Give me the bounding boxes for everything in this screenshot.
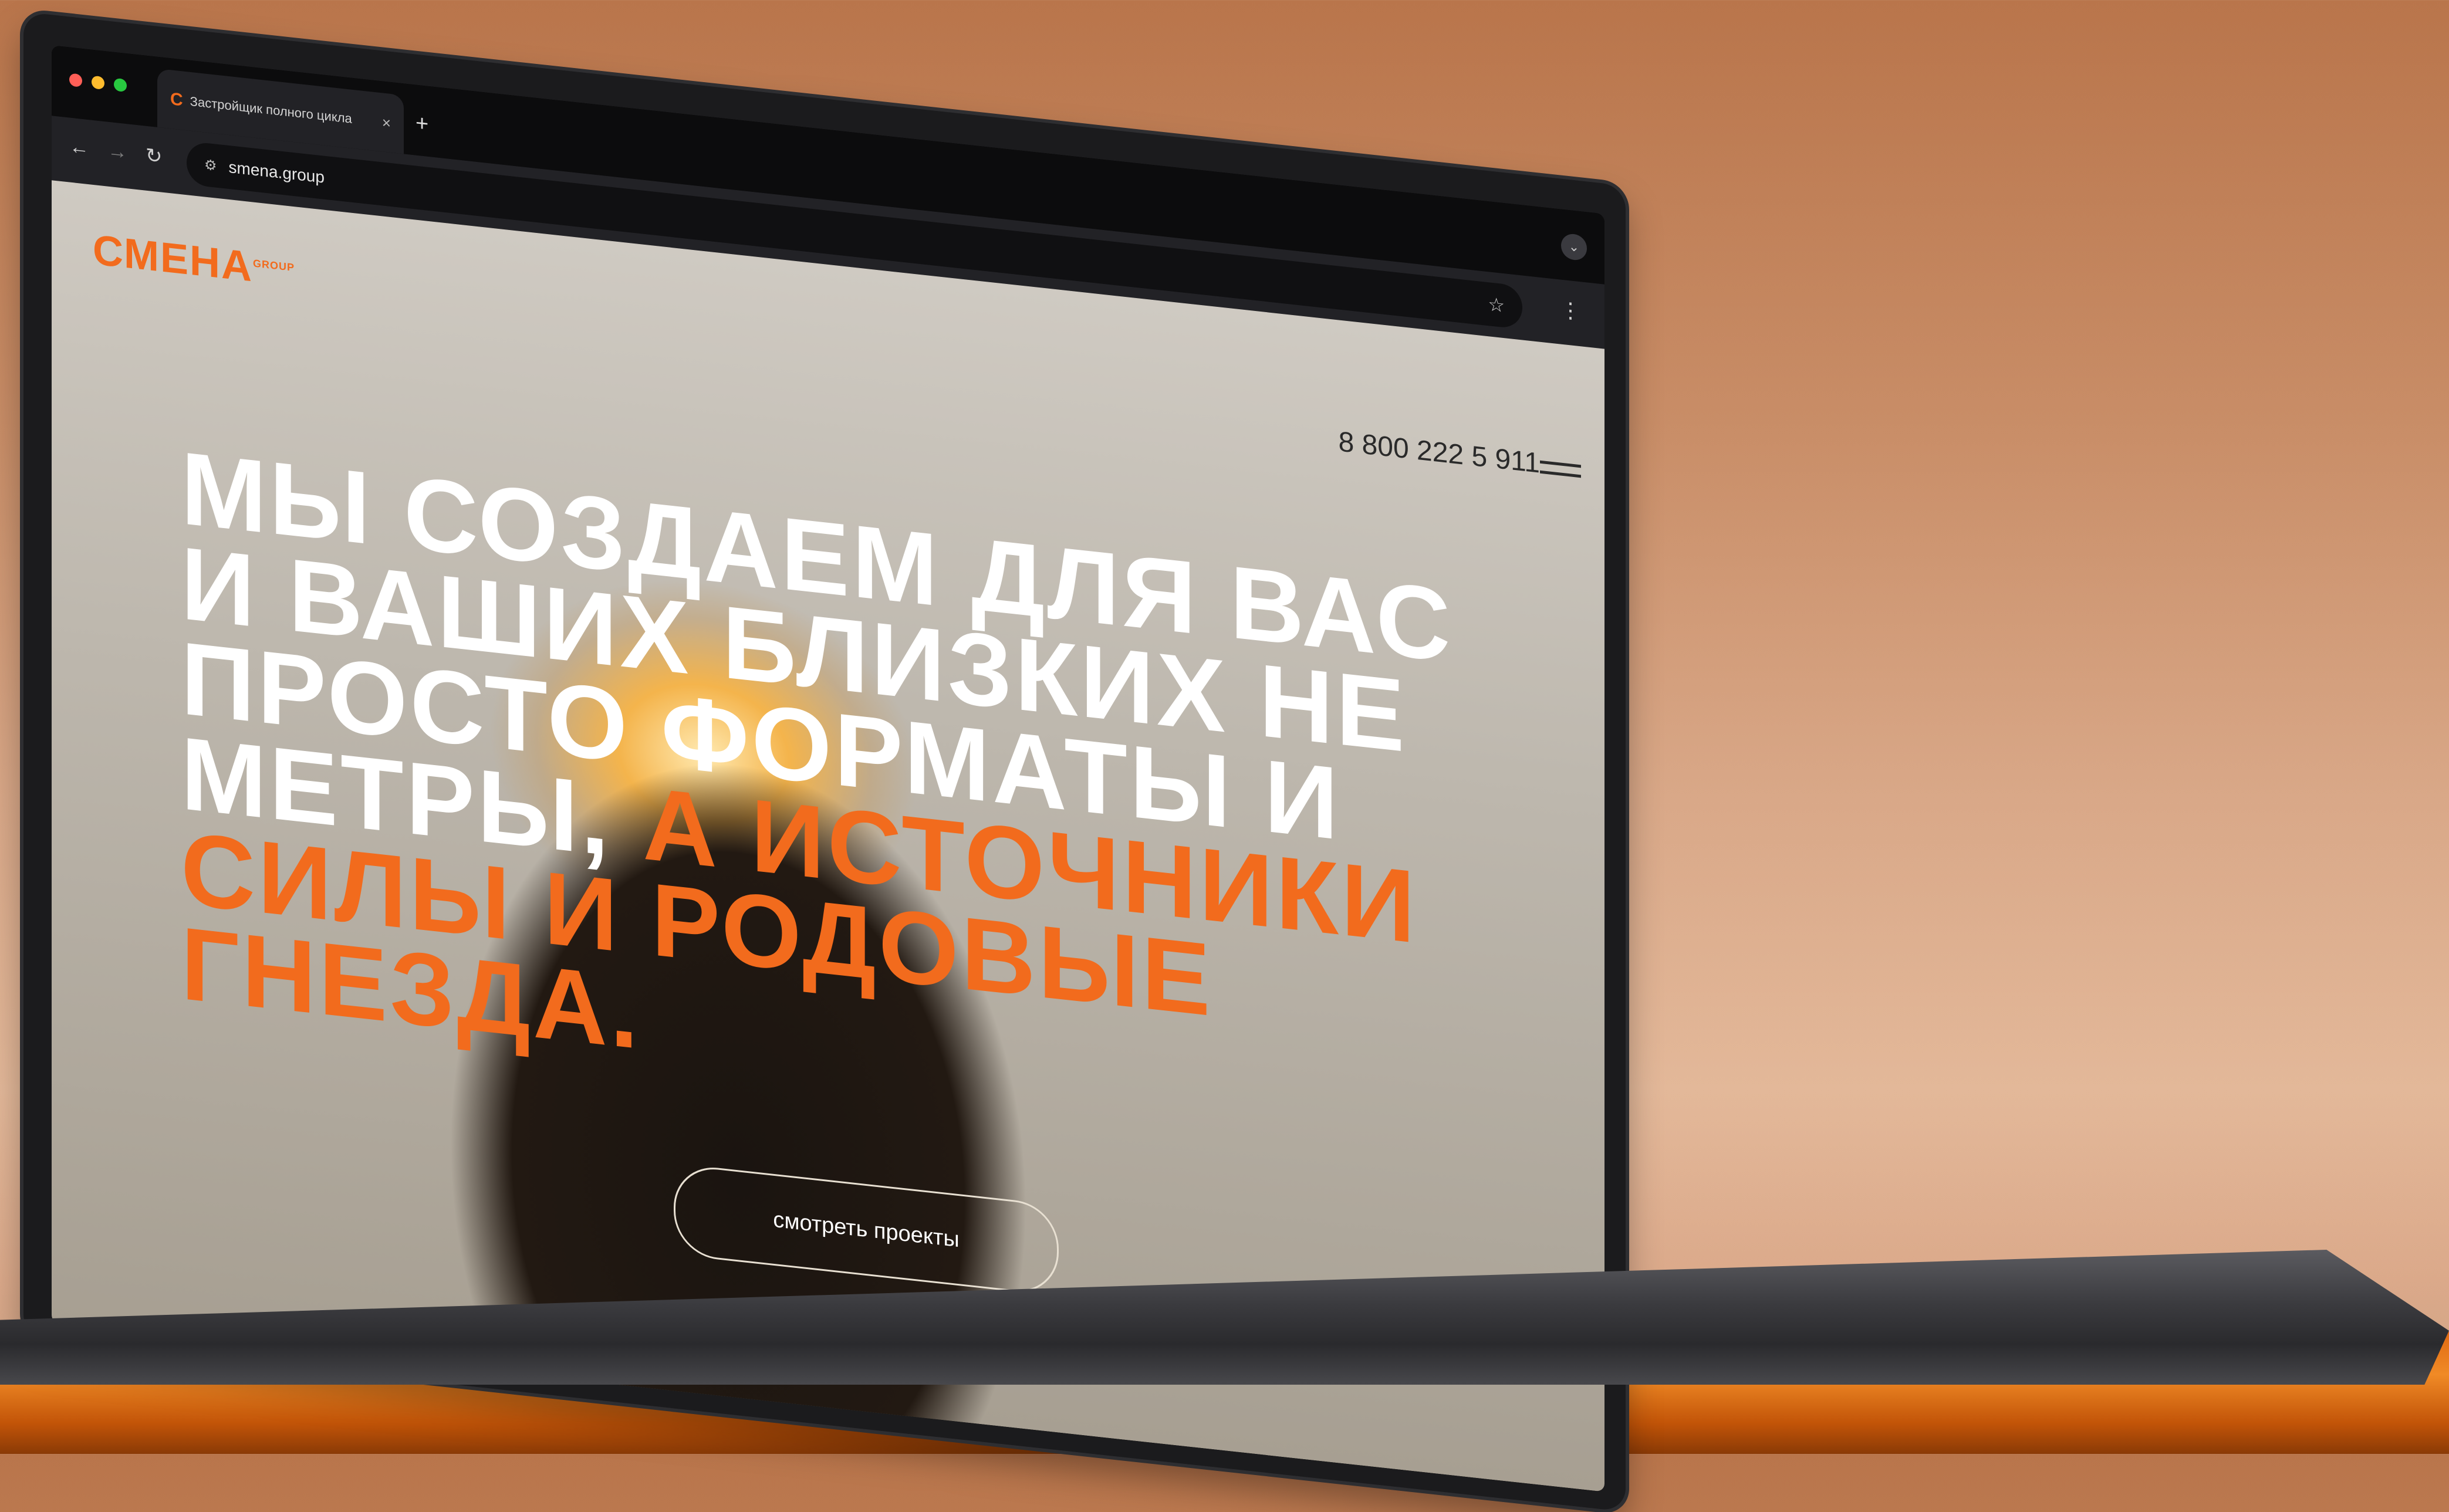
forward-icon[interactable]: → (107, 140, 127, 165)
star-icon[interactable]: ☆ (1488, 293, 1505, 317)
hamburger-menu-icon[interactable] (1540, 454, 1581, 485)
minimize-window-button[interactable] (92, 75, 104, 90)
logo-sub: GROUP (253, 257, 295, 274)
scene: C Застройщик полного цикла × + ← → ↻ ⚙ s… (0, 0, 2449, 1512)
close-window-button[interactable] (69, 73, 82, 87)
tab-close-icon[interactable]: × (382, 113, 391, 133)
laptop-screen: C Застройщик полного цикла × + ← → ↻ ⚙ s… (52, 45, 1604, 1492)
tab-title: Застройщик полного цикла (190, 93, 352, 126)
logo-text: СМЕНА (93, 226, 254, 291)
maximize-window-button[interactable] (114, 77, 127, 93)
favicon-icon: C (170, 89, 183, 110)
new-tab-button[interactable]: + (416, 111, 428, 137)
reload-icon[interactable]: ↻ (146, 144, 163, 169)
site-logo[interactable]: СМЕНАGROUP (93, 226, 295, 296)
back-icon[interactable]: ← (69, 135, 89, 160)
phone-number[interactable]: 8 800 222 5 911 (1339, 425, 1540, 479)
kebab-icon[interactable]: ⋮ (1560, 297, 1581, 324)
url-text: smena.group (228, 157, 325, 187)
site-settings-icon[interactable]: ⚙ (204, 156, 217, 174)
